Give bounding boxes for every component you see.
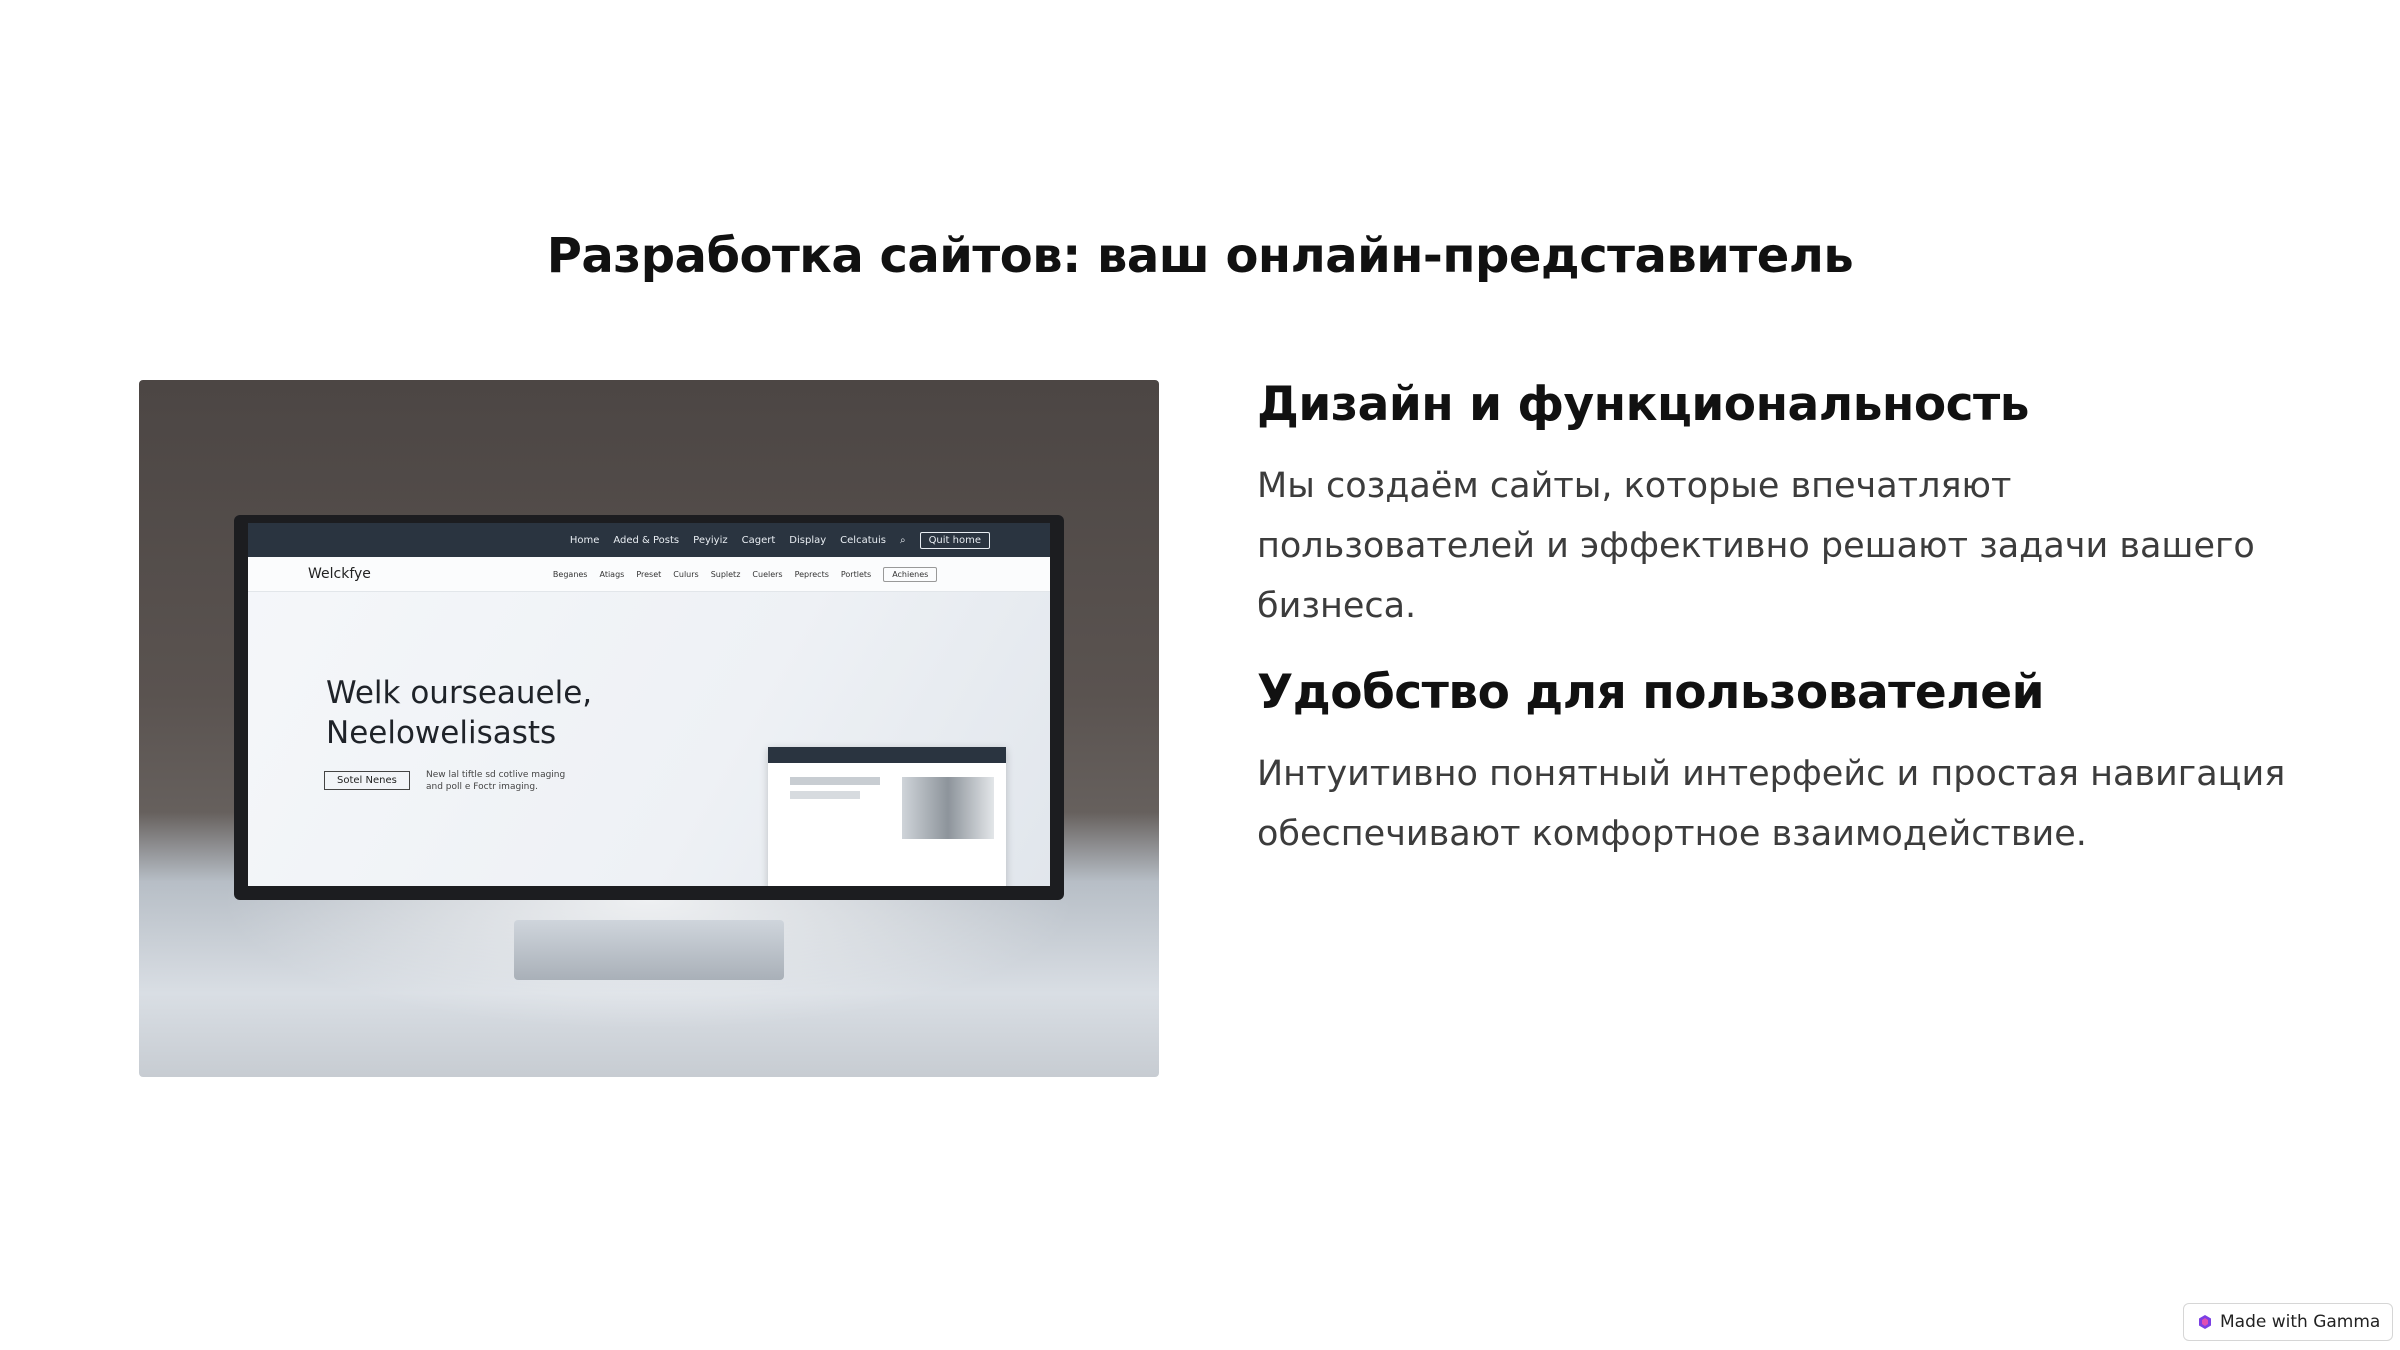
monitor-stand: [514, 920, 784, 980]
screen-hero-heading: Welk ourseauele, Neelowelisasts: [326, 673, 592, 753]
monitor-frame: Home Aded & Posts Peyiyiz Cagert Display…: [234, 515, 1064, 900]
topbar-item: Peyiyiz: [693, 534, 728, 546]
subbar-item: Culurs: [673, 569, 699, 579]
hero-line: Neelowelisasts: [326, 715, 557, 751]
monitor-screen: Home Aded & Posts Peyiyiz Cagert Display…: [248, 523, 1050, 886]
screen-topbar: Home Aded & Posts Peyiyiz Cagert Display…: [248, 523, 1050, 557]
topbar-item: Home: [569, 534, 600, 546]
screen-brand: Welckfye: [308, 566, 371, 582]
search-icon: ⌕: [899, 534, 906, 546]
screen-search: Achienes: [883, 566, 938, 582]
section-heading-design: Дизайн и функциональность: [1257, 377, 2030, 432]
subbar-item: Supletz: [710, 569, 741, 579]
screen-card: [768, 747, 1006, 886]
card-image: [902, 777, 994, 839]
hero-line: Welk ourseauele,: [326, 675, 593, 711]
subbar-item: Portlets: [840, 569, 872, 579]
gamma-logo-icon: [2199, 1315, 2211, 1329]
subbar-item: Atiags: [599, 569, 625, 579]
section-body-design: Мы создаём сайты, которые впечатляют пол…: [1257, 466, 2255, 626]
section-body-usability: Интуитивно понятный интерфейс и простая …: [1257, 754, 2286, 854]
content-column: Дизайн и функциональность Мы создаём сай…: [1257, 370, 2297, 886]
subbar-item: Beganes: [552, 569, 588, 579]
monitor-photo: Home Aded & Posts Peyiyiz Cagert Display…: [139, 380, 1159, 1077]
card-bar: [768, 747, 1006, 763]
topbar-item: Cagert: [741, 534, 776, 546]
screen-hero-small: New lal tiftle sd cotlive maging and pol…: [426, 770, 566, 792]
topbar-item: Celcatuis: [840, 534, 886, 546]
screen-subbar: Welckfye Beganes Atiags Preset Culurs Su…: [248, 557, 1050, 592]
subbar-item: Cuelers: [752, 569, 783, 579]
badge-label: Made with Gamma: [2220, 1312, 2381, 1332]
screen-hero-button: Sotel Nenes: [324, 771, 410, 790]
subbar-item: Preset: [636, 569, 662, 579]
topbar-item: Display: [789, 534, 827, 546]
card-text: [790, 791, 860, 799]
topbar-cta: Quit home: [919, 531, 990, 549]
section-heading-usability: Удобство для пользователей: [1257, 665, 2045, 720]
subbar-item: Peprects: [794, 569, 829, 579]
slide-title: Разработка сайтов: ваш онлайн-представит…: [546, 228, 1854, 284]
made-with-gamma-badge[interactable]: Made with Gamma: [2183, 1303, 2393, 1341]
card-text: [790, 777, 880, 785]
topbar-item: Aded & Posts: [613, 534, 680, 546]
